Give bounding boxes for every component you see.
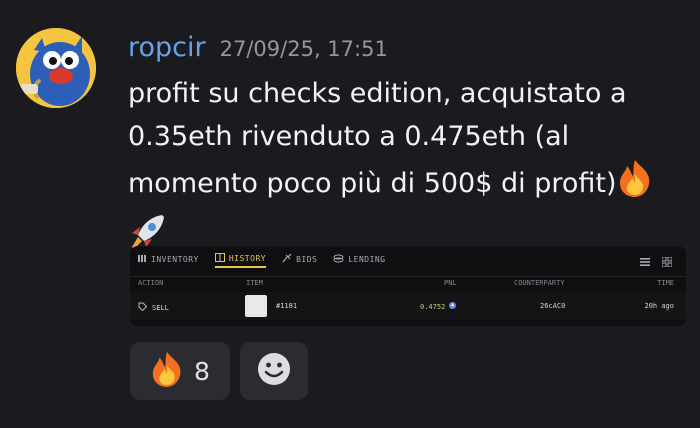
col-time: TIME bbox=[657, 279, 674, 287]
message-text: profit su checks edition, acquistato a 0… bbox=[128, 78, 627, 199]
col-pnl: PNL bbox=[444, 279, 457, 287]
eth-icon bbox=[449, 302, 457, 311]
avatar[interactable] bbox=[16, 28, 96, 108]
action-value: SELL bbox=[152, 303, 169, 312]
inventory-icon bbox=[138, 254, 147, 265]
trade-history-screenshot[interactable]: INVENTORY HISTORY BIDS LENDING ACTION IT… bbox=[130, 246, 686, 326]
col-item: ITEM bbox=[246, 279, 263, 287]
tab-history-label: HISTORY bbox=[228, 253, 267, 263]
tab-inventory: INVENTORY bbox=[138, 250, 199, 268]
table-row: SELL #1181 0.4752 26cAC0 20h ago bbox=[130, 292, 686, 320]
tab-lending: LENDING bbox=[333, 250, 385, 268]
lending-icon bbox=[333, 254, 344, 265]
message-content: profit su checks edition, acquistato a 0… bbox=[128, 72, 688, 266]
nft-thumbnail bbox=[245, 295, 267, 317]
tab-lending-label: LENDING bbox=[348, 254, 386, 264]
timestamp: 27/09/25, 17:51 bbox=[219, 37, 388, 61]
list-view-icon bbox=[640, 252, 650, 271]
view-toggle bbox=[640, 252, 673, 271]
tab-history: HISTORY bbox=[214, 250, 267, 268]
history-icon bbox=[214, 252, 225, 264]
table-header: ACTION ITEM PNL COUNTERPARTY TIME bbox=[130, 276, 686, 289]
username[interactable]: ropcir bbox=[128, 32, 206, 63]
grid-view-icon bbox=[661, 252, 673, 271]
tab-inventory-label: INVENTORY bbox=[151, 254, 199, 264]
fire-emoji bbox=[150, 350, 184, 392]
item-value: #1181 bbox=[276, 302, 298, 310]
embed-tab-bar: INVENTORY HISTORY BIDS LENDING bbox=[138, 250, 386, 268]
message-header: ropcir 27/09/25, 17:51 bbox=[128, 32, 388, 63]
reaction-fire[interactable]: 8 bbox=[130, 342, 230, 400]
counterparty-value: 26cAC0 bbox=[540, 302, 566, 310]
tag-icon bbox=[138, 302, 148, 313]
time-value: 20h ago bbox=[644, 302, 674, 310]
add-reaction-button[interactable] bbox=[240, 342, 308, 400]
pnl-value: 0.4752 bbox=[420, 302, 446, 311]
tab-bids-label: BIDS bbox=[296, 254, 318, 264]
col-action: ACTION bbox=[138, 279, 164, 287]
pnl-cell: 0.4752 bbox=[420, 302, 457, 311]
col-counterparty: COUNTERPARTY bbox=[514, 279, 565, 287]
reaction-count: 8 bbox=[194, 356, 210, 386]
tab-bids: BIDS bbox=[282, 250, 317, 268]
bids-icon bbox=[282, 253, 292, 265]
add-reaction-icon bbox=[257, 352, 291, 390]
action-cell: SELL bbox=[138, 302, 169, 313]
fire-emoji bbox=[617, 158, 653, 211]
